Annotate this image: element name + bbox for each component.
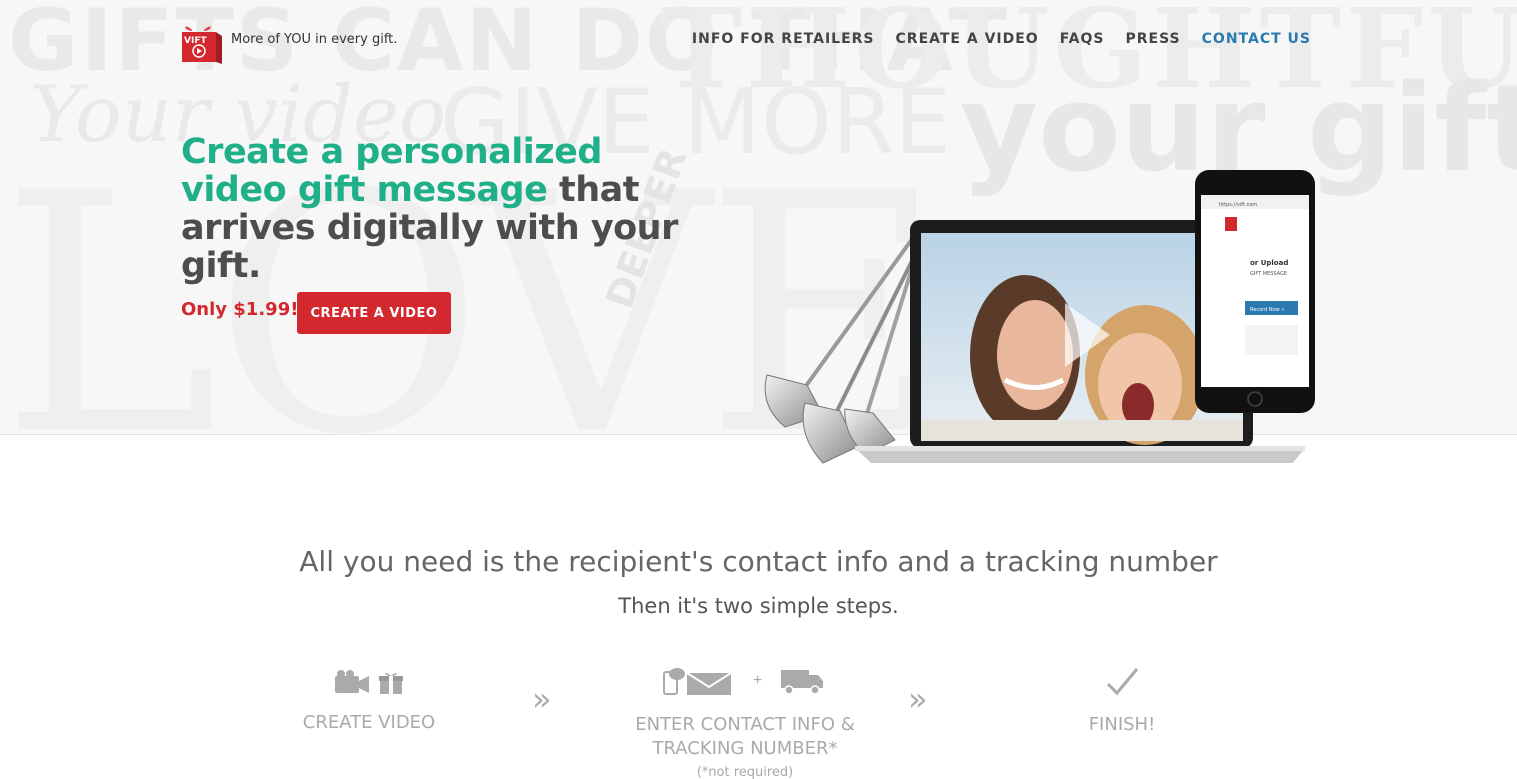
nav-create-a-video[interactable]: CREATE A VIDEO	[896, 31, 1039, 47]
video-camera-icon	[335, 670, 369, 693]
nav-press[interactable]: PRESS	[1126, 31, 1181, 47]
vift-logo[interactable]: VIFT	[180, 20, 224, 64]
devices-illustration: https://vift.com or Upload GIFT MESSAGE …	[745, 165, 1325, 475]
step-enter-contact-info: ENTER CONTACT INFO & TRACKING NUMBER* (*…	[620, 667, 870, 779]
checkmark-icon	[1106, 668, 1139, 696]
svg-text:Record Now »: Record Now »	[1250, 307, 1284, 313]
steps-subheading: Then it's two simple steps.	[618, 594, 899, 618]
sms-envelope-icon	[663, 668, 732, 695]
price-label: Only $1.99!	[181, 299, 299, 320]
nav-info-for-retailers[interactable]: INFO FOR RETAILERS	[692, 31, 875, 47]
nav-faqs[interactable]: FAQS	[1060, 31, 1105, 47]
step-create-video: CREATE VIDEO	[290, 667, 448, 735]
step-label: ENTER CONTACT INFO & TRACKING NUMBER*	[635, 714, 855, 759]
headline-highlight: Create a personalized video gift message	[181, 132, 602, 210]
gift-icon	[379, 673, 403, 694]
step-separator: »	[532, 680, 552, 718]
nav-contact-us[interactable]: CONTACT US	[1202, 31, 1311, 47]
hero-headline: Create a personalized video gift message…	[181, 133, 701, 285]
svg-text:VIFT: VIFT	[184, 36, 207, 46]
svg-text:https://vift.com: https://vift.com	[1219, 202, 1257, 208]
main-nav: INFO FOR RETAILERS CREATE A VIDEO FAQS P…	[692, 31, 1311, 47]
steps-lead: All you need is the recipient's contact …	[299, 545, 1218, 578]
plus-sign: +	[753, 672, 763, 689]
step-note: (*not required)	[696, 765, 794, 779]
brand-tagline: More of YOU in every gift.	[231, 32, 398, 47]
step-label: FINISH!	[1088, 714, 1156, 735]
delivery-truck-icon	[781, 670, 823, 695]
smartphone-icon: https://vift.com or Upload GIFT MESSAGE …	[1195, 170, 1315, 413]
create-video-button[interactable]: CREATE A VIDEO	[297, 292, 451, 334]
step-finish: FINISH!	[1060, 667, 1184, 737]
golf-clubs-icon	[764, 233, 922, 464]
svg-text:or Upload: or Upload	[1250, 259, 1288, 267]
step-separator: »	[908, 680, 928, 718]
step-label: CREATE VIDEO	[302, 712, 436, 733]
svg-text:GIFT MESSAGE: GIFT MESSAGE	[1250, 271, 1287, 277]
